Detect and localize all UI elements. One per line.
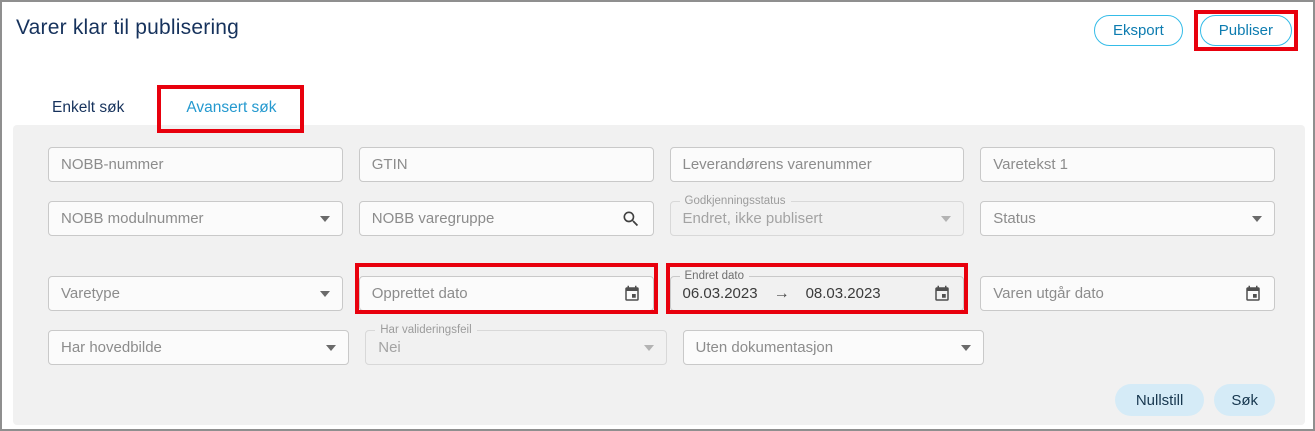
nobb-modulnummer-dropdown[interactable]: NOBB modulnummer xyxy=(48,201,343,236)
varetype-placeholder: Varetype xyxy=(61,285,120,302)
chevron-down-icon xyxy=(1252,216,1262,222)
har-valideringsfeil-label: Har valideringsfeil xyxy=(375,324,476,337)
endret-dato-label: Endret dato xyxy=(680,270,749,283)
opprettet-dato-field[interactable] xyxy=(359,276,654,311)
status-dropdown[interactable]: Status xyxy=(980,201,1275,236)
gtin-input[interactable] xyxy=(372,156,641,173)
har-hovedbilde-placeholder: Har hovedbilde xyxy=(61,339,162,356)
leverandorens-varenummer-field[interactable] xyxy=(670,147,965,182)
endret-dato-to-value[interactable]: 08.03.2023 xyxy=(806,285,881,302)
chevron-down-icon xyxy=(941,216,951,222)
search-tabs: Enkelt søk Avansert søk xyxy=(52,90,277,126)
har-valideringsfeil-value: Nei xyxy=(378,339,401,356)
sok-button[interactable]: Søk xyxy=(1214,384,1275,416)
nobb-nummer-field[interactable] xyxy=(48,147,343,182)
godkjenningsstatus-dropdown[interactable]: Godkjenningsstatus Endret, ikke publiser… xyxy=(670,201,965,236)
nobb-varegruppe-input[interactable] xyxy=(372,210,621,227)
endret-dato-field[interactable]: Endret dato 06.03.2023 → 08.03.2023 xyxy=(670,276,965,311)
right-arrow-icon: → xyxy=(774,285,790,303)
eksport-button-label: Eksport xyxy=(1113,22,1164,39)
nullstill-button[interactable]: Nullstill xyxy=(1115,384,1205,416)
tab-avansert-sok-label: Avansert søk xyxy=(186,99,276,116)
varetekst-1-field[interactable] xyxy=(980,147,1275,182)
nobb-varegruppe-field[interactable] xyxy=(359,201,654,236)
calendar-icon[interactable] xyxy=(623,285,641,303)
form-row-2: NOBB modulnummer Godkjenningsstatus Endr… xyxy=(48,201,1275,236)
form-row-4: Har hovedbilde Har valideringsfeil Nei U… xyxy=(48,330,1275,365)
varen-utgar-dato-field[interactable] xyxy=(980,276,1275,311)
opprettet-dato-input[interactable] xyxy=(372,285,623,302)
tab-avansert-sok[interactable]: Avansert søk xyxy=(186,90,276,126)
endret-dato-from-value[interactable]: 06.03.2023 xyxy=(683,285,758,302)
calendar-icon[interactable] xyxy=(1244,285,1262,303)
chevron-down-icon xyxy=(326,345,336,351)
varetekst-1-input[interactable] xyxy=(993,156,1262,173)
header-actions: Eksport Publiser xyxy=(1094,15,1292,46)
form-actions: Nullstill Søk xyxy=(1115,384,1275,416)
calendar-icon[interactable] xyxy=(933,285,951,303)
har-valideringsfeil-dropdown[interactable]: Har valideringsfeil Nei xyxy=(365,330,666,365)
leverandorens-varenummer-input[interactable] xyxy=(683,156,952,173)
nobb-nummer-input[interactable] xyxy=(61,156,330,173)
form-row-1 xyxy=(48,147,1275,182)
status-placeholder: Status xyxy=(993,210,1036,227)
eksport-button[interactable]: Eksport xyxy=(1094,15,1183,46)
uten-dokumentasjon-placeholder: Uten dokumentasjon xyxy=(696,339,834,356)
varer-klar-til-publisering-page: Varer klar til publisering Eksport Publi… xyxy=(0,0,1315,431)
varen-utgar-dato-input[interactable] xyxy=(993,285,1244,302)
tab-enkelt-sok-label: Enkelt søk xyxy=(52,99,124,116)
godkjenningsstatus-value: Endret, ikke publisert xyxy=(683,210,823,227)
gtin-field[interactable] xyxy=(359,147,654,182)
godkjenningsstatus-label: Godkjenningsstatus xyxy=(680,195,791,208)
tab-enkelt-sok[interactable]: Enkelt søk xyxy=(52,90,124,126)
chevron-down-icon xyxy=(320,291,330,297)
chevron-down-icon xyxy=(320,216,330,222)
chevron-down-icon xyxy=(644,345,654,351)
chevron-down-icon xyxy=(961,345,971,351)
page-title: Varer klar til publisering xyxy=(16,16,239,40)
form-row-3: Varetype Endret dato 06.03.2023 → 08.03.… xyxy=(48,276,1275,311)
varetype-dropdown[interactable]: Varetype xyxy=(48,276,343,311)
har-hovedbilde-dropdown[interactable]: Har hovedbilde xyxy=(48,330,349,365)
publiser-button-label: Publiser xyxy=(1219,22,1273,39)
uten-dokumentasjon-dropdown[interactable]: Uten dokumentasjon xyxy=(683,330,984,365)
search-icon[interactable] xyxy=(621,209,641,229)
advanced-search-panel: NOBB modulnummer Godkjenningsstatus Endr… xyxy=(13,125,1305,425)
publiser-button[interactable]: Publiser xyxy=(1200,15,1292,46)
nobb-modulnummer-placeholder: NOBB modulnummer xyxy=(61,210,204,227)
